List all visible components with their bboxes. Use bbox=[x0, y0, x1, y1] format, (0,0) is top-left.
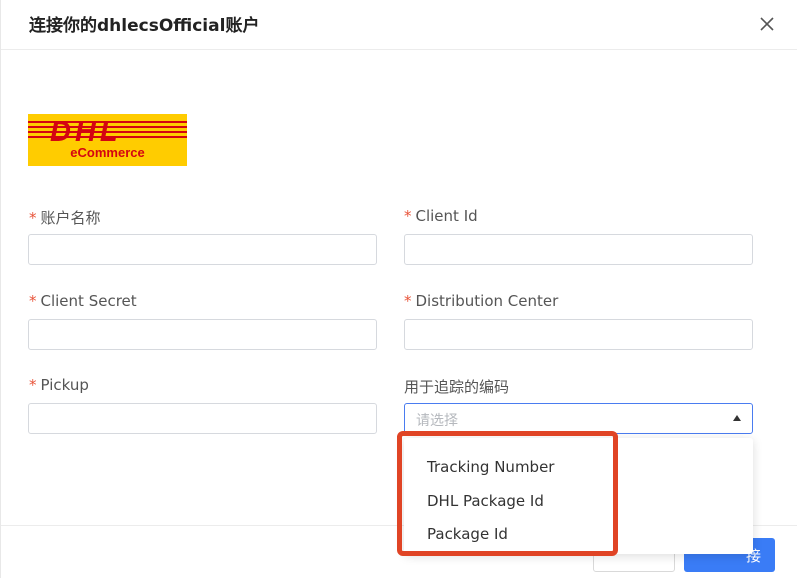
dialog-header: 连接你的dhlecsOfficial账户 bbox=[1, 0, 797, 50]
logo-subtitle: eCommerce bbox=[70, 145, 145, 160]
required-mark: * bbox=[29, 292, 37, 310]
required-mark: * bbox=[404, 292, 412, 310]
tracking-code-label: 用于追踪的编码 bbox=[404, 378, 510, 396]
client-id-label: * Client Id bbox=[404, 207, 478, 225]
distribution-center-input[interactable] bbox=[404, 319, 753, 350]
tracking-code-select[interactable]: 请选择 bbox=[404, 403, 753, 434]
select-placeholder: 请选择 bbox=[416, 413, 458, 429]
required-mark: * bbox=[404, 207, 412, 225]
close-icon[interactable] bbox=[758, 15, 776, 33]
required-mark: * bbox=[29, 376, 37, 394]
option-package-id[interactable]: Package Id bbox=[427, 525, 508, 543]
connect-account-dialog: 连接你的dhlecsOfficial账户 DHL eCommerce * 账户名称… bbox=[0, 0, 797, 578]
required-mark: * bbox=[29, 209, 37, 227]
account-name-label: * 账户名称 bbox=[29, 209, 101, 227]
caret-up-icon[interactable] bbox=[733, 415, 741, 421]
account-name-input[interactable] bbox=[28, 234, 377, 265]
client-id-input[interactable] bbox=[404, 234, 753, 265]
dhl-ecommerce-logo: DHL eCommerce bbox=[28, 114, 187, 166]
pickup-input[interactable] bbox=[28, 403, 377, 434]
dialog-title: 连接你的dhlecsOfficial账户 bbox=[29, 16, 260, 36]
client-secret-label: * Client Secret bbox=[29, 292, 137, 310]
logo-brand-text: DHL bbox=[50, 116, 122, 148]
distribution-center-label: * Distribution Center bbox=[404, 292, 559, 310]
tracking-code-dropdown: Tracking Number DHL Package Id Package I… bbox=[404, 438, 753, 554]
option-dhl-package-id[interactable]: DHL Package Id bbox=[427, 492, 544, 510]
option-tracking-number[interactable]: Tracking Number bbox=[427, 458, 554, 476]
pickup-label: * Pickup bbox=[29, 376, 89, 394]
client-secret-input[interactable] bbox=[28, 319, 377, 350]
